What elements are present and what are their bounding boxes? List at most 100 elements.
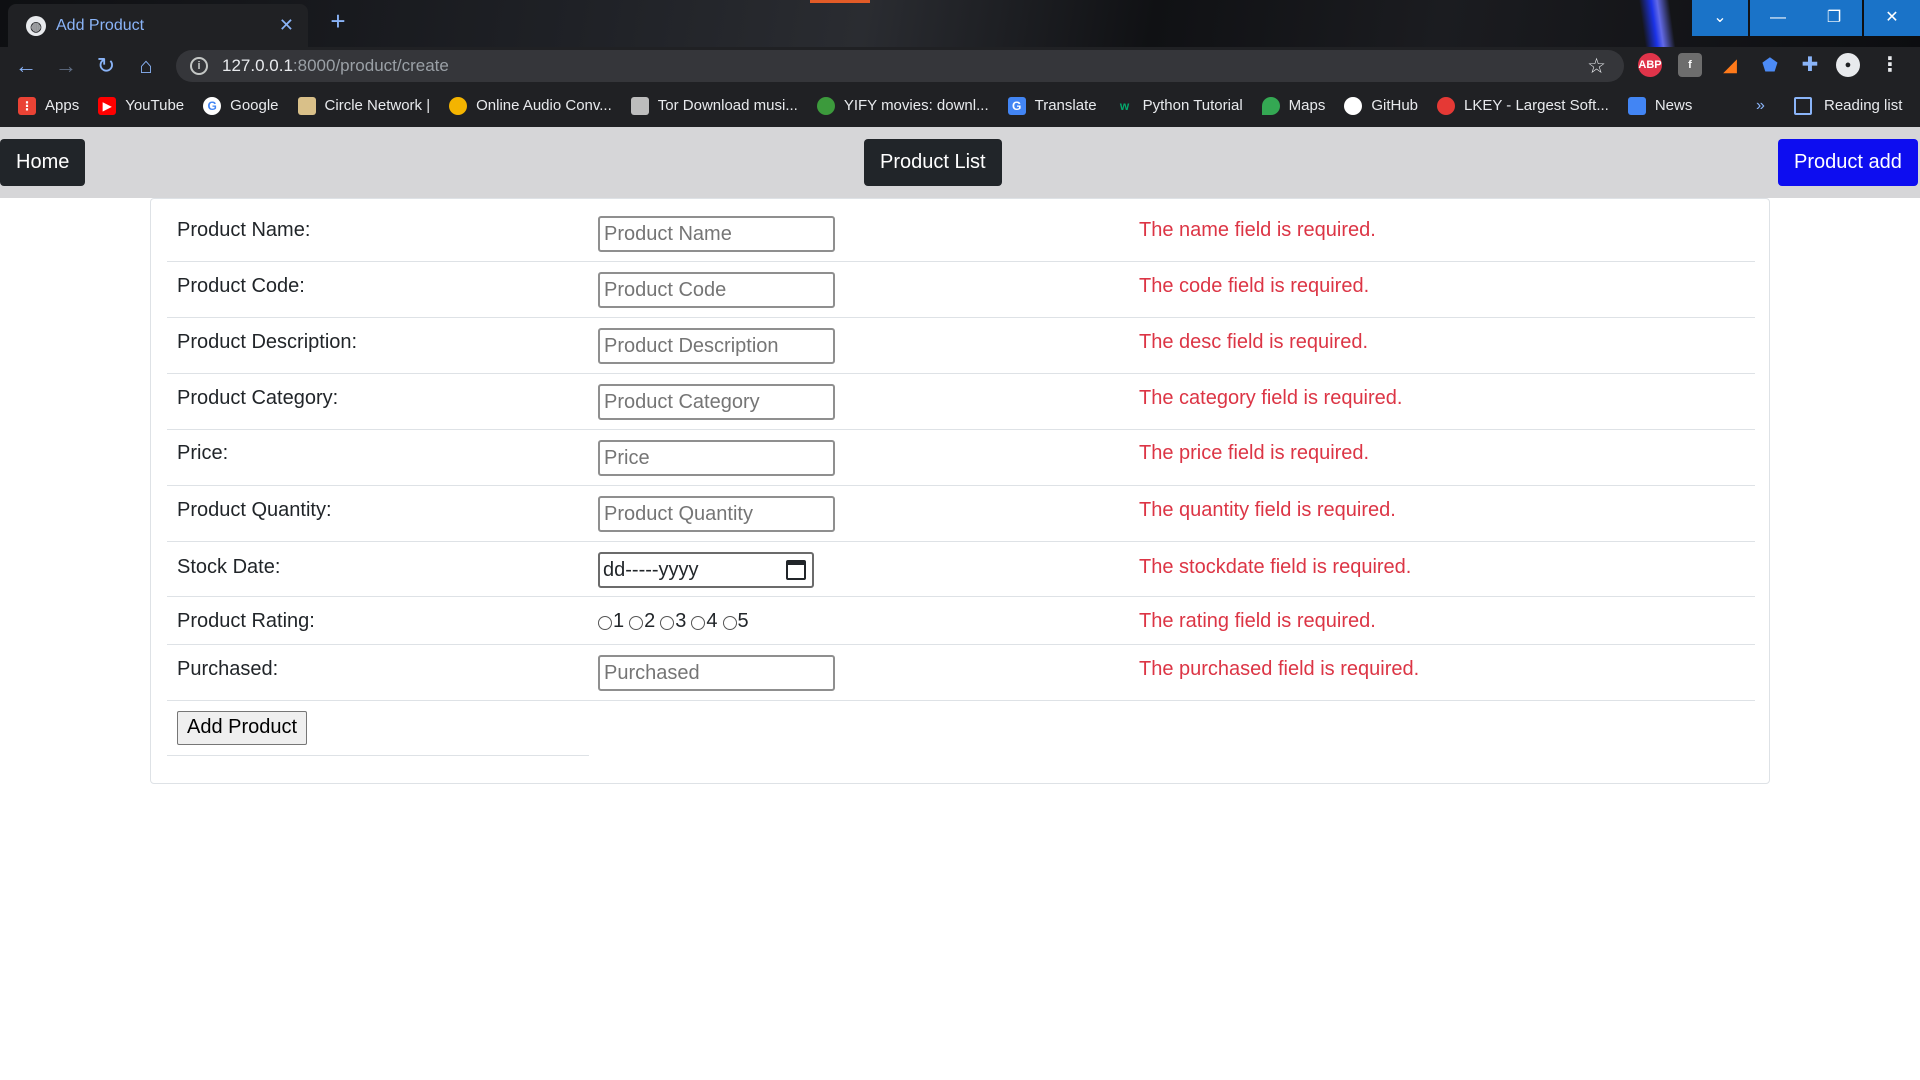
forward-icon[interactable]: → (46, 47, 86, 84)
rating-radio-1[interactable] (598, 615, 612, 630)
site-navbar: Home Product List Product add (0, 127, 1920, 198)
stock-date-value: dd-----yyyy (603, 558, 699, 581)
submit-row-divider (167, 755, 589, 756)
bookmark-news[interactable]: News (1627, 96, 1693, 115)
product-quantity-error: The quantity field is required. (1139, 499, 1396, 521)
youtube-icon: ▶ (98, 96, 117, 115)
rating-option-label: 3 (675, 610, 687, 632)
bookmark-github[interactable]: GitHub (1344, 96, 1419, 115)
chrome-menu-icon[interactable]: ⋮ (1878, 53, 1902, 77)
address-bar[interactable]: i 127.0.0.1:8000/product/create ☆ (176, 50, 1624, 82)
bookmark-apps[interactable]: ⋮ Apps (18, 96, 80, 115)
calendar-icon[interactable] (786, 560, 806, 580)
bookmark-label: Python Tutorial (1142, 97, 1243, 114)
back-icon[interactable]: ← (6, 47, 46, 84)
product-code-input[interactable] (598, 272, 835, 308)
bookmark-label: News (1654, 97, 1693, 114)
product-quantity-input[interactable] (598, 496, 835, 532)
purchased-label: Purchased: (177, 658, 279, 680)
maps-pin-icon (1261, 96, 1280, 115)
tab-close-icon[interactable]: ✕ (279, 15, 294, 36)
bookmark-lkey[interactable]: LKEY - Largest Soft... (1437, 96, 1609, 115)
extensions-puzzle-icon[interactable]: ✚ (1798, 53, 1822, 77)
bookmark-python-tutorial[interactable]: w Python Tutorial (1116, 97, 1243, 115)
rating-radio-5[interactable] (722, 615, 737, 630)
bookmark-label: GitHub (1371, 97, 1419, 114)
shield-extension-icon[interactable]: ⬟ (1758, 53, 1782, 77)
bookmark-label: LKEY - Largest Soft... (1464, 97, 1609, 114)
rating-radio-group: 1 2 3 4 5 (598, 610, 754, 633)
product-quantity-label: Product Quantity: (177, 499, 332, 521)
product-category-input[interactable] (598, 384, 835, 420)
browser-tab-strip: ◍ Add Product ✕ + ⌄ — ❐ ✕ (0, 0, 1920, 300)
yify-icon (816, 96, 835, 115)
translate-icon: G (1007, 96, 1026, 115)
reading-list-icon (1794, 96, 1812, 115)
facebook-extension-icon[interactable]: f (1678, 53, 1702, 77)
news-icon (1627, 96, 1646, 115)
tab-add-product[interactable]: ◍ Add Product ✕ (8, 4, 308, 47)
product-code-error: The code field is required. (1139, 275, 1370, 297)
rating-radio-3[interactable] (660, 615, 675, 630)
rating-option-label: 5 (737, 610, 749, 632)
google-icon: G (203, 96, 222, 115)
price-input[interactable] (598, 440, 835, 476)
bookmark-label: YIFY movies: downl... (843, 97, 989, 114)
bookmark-yify[interactable]: YIFY movies: downl... (816, 96, 989, 115)
purchased-error: The purchased field is required. (1139, 658, 1420, 680)
close-window-button[interactable]: ✕ (1864, 0, 1920, 36)
bookmark-translate[interactable]: G Translate (1007, 96, 1097, 115)
bookmark-star-icon[interactable]: ☆ (1587, 54, 1606, 79)
bookmarks-overflow-button[interactable]: » (1756, 84, 1765, 127)
github-icon (1344, 96, 1363, 115)
form-row-quantity: Product Quantity: The quantity field is … (167, 486, 1755, 542)
bookmark-maps[interactable]: Maps (1261, 96, 1325, 115)
home-icon[interactable]: ⌂ (126, 47, 166, 84)
rating-radio-2[interactable] (629, 615, 644, 630)
add-product-button[interactable]: Add Product (177, 711, 308, 745)
product-name-error: The name field is required. (1139, 219, 1376, 241)
profile-avatar-icon[interactable]: ● (1836, 53, 1860, 77)
url-host: 127.0.0.1 (222, 56, 293, 75)
form-row-name: Product Name: The name field is required… (167, 199, 1755, 262)
tab-title: Add Product (56, 16, 145, 34)
reading-list-button[interactable]: Reading list (1794, 84, 1902, 127)
globe-icon: ◍ (26, 15, 46, 36)
new-tab-button[interactable]: + (324, 8, 352, 36)
price-error: The price field is required. (1139, 442, 1370, 464)
stock-date-label: Stock Date: (177, 556, 281, 578)
bookmarks-bar: ⋮ Apps ▶ YouTube G Google Circle Network | … (0, 84, 1920, 127)
product-name-label: Product Name: (177, 219, 311, 241)
product-name-input[interactable] (598, 216, 835, 252)
w3schools-icon: w (1119, 98, 1130, 113)
site-info-icon[interactable]: i (190, 57, 208, 75)
reload-icon[interactable]: ↻ (86, 47, 126, 84)
restore-button[interactable]: ❐ (1806, 0, 1862, 36)
product-category-error: The category field is required. (1139, 387, 1403, 409)
product-list-link[interactable]: Product List (864, 139, 1002, 186)
minimize-button[interactable]: — (1750, 0, 1806, 36)
url-path: :8000/product/create (292, 56, 449, 75)
form-row-description: Product Description: The desc field is r… (167, 318, 1755, 374)
product-description-error: The desc field is required. (1139, 331, 1369, 353)
bookmark-google[interactable]: G Google (203, 96, 279, 115)
bookmark-tor-download[interactable]: Tor Download musi... (630, 96, 798, 115)
form-row-purchased: Purchased: The purchased field is requir… (167, 645, 1755, 701)
stock-date-input[interactable]: dd-----yyyy (598, 552, 814, 588)
megaphone-extension-icon[interactable]: ◢ (1718, 53, 1742, 77)
rating-radio-4[interactable] (691, 615, 706, 630)
product-rating-error: The rating field is required. (1139, 610, 1376, 632)
tab-search-button[interactable]: ⌄ (1692, 0, 1748, 36)
adblock-extension-icon[interactable]: ABP (1638, 53, 1662, 77)
price-label: Price: (177, 442, 229, 464)
product-add-link[interactable]: Product add (1778, 139, 1918, 186)
bookmark-label: Apps (45, 97, 80, 114)
product-description-input[interactable] (598, 328, 835, 364)
product-category-label: Product Category: (177, 387, 339, 409)
bookmark-online-audio[interactable]: Online Audio Conv... (449, 96, 612, 115)
lkey-icon (1437, 96, 1456, 115)
bookmark-circle-network[interactable]: Circle Network | (297, 96, 430, 115)
home-link[interactable]: Home (0, 139, 86, 186)
purchased-input[interactable] (598, 655, 835, 691)
bookmark-youtube[interactable]: ▶ YouTube (98, 96, 184, 115)
